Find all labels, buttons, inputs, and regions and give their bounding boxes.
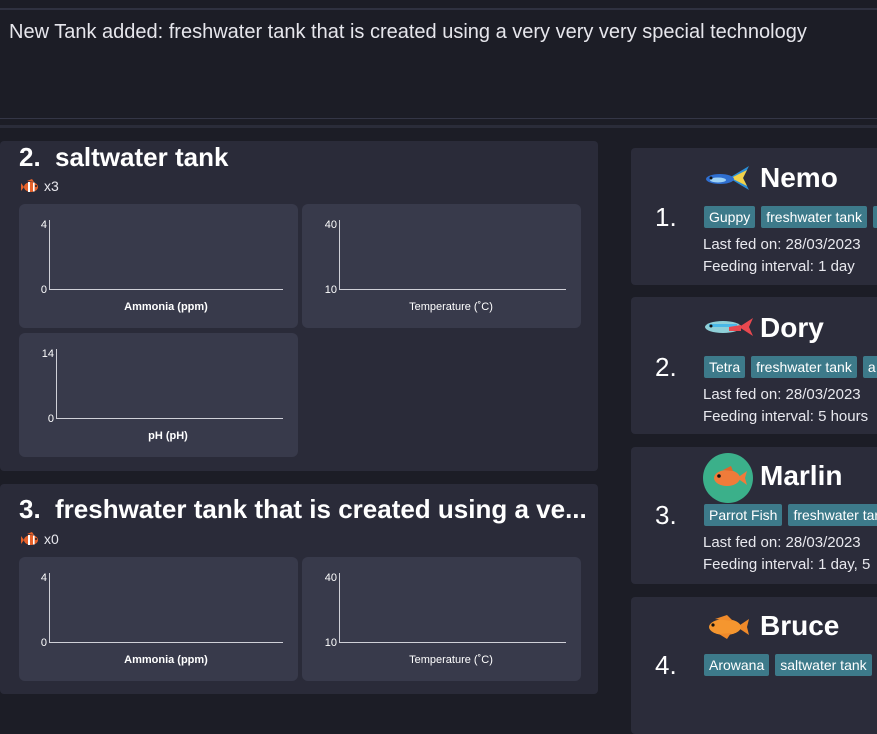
x-axis-label: Ammonia (ppm) bbox=[124, 654, 208, 666]
species-tag: Tetra bbox=[704, 356, 746, 378]
tag-list: Parrot Fish freshwater tar bbox=[704, 504, 877, 526]
tag bbox=[872, 206, 877, 228]
clownfish-icon bbox=[21, 179, 38, 192]
fish-index: 2. bbox=[655, 352, 677, 382]
temperature-graph[interactable]: 40 10 Temperature (˚C) bbox=[302, 204, 581, 328]
ph-graph[interactable]: 14 0 pH (pH) bbox=[19, 333, 298, 457]
fish-index: 4. bbox=[655, 650, 677, 680]
result-message: New Tank added: freshwater tank that is … bbox=[9, 21, 807, 43]
y-max-label: 40 bbox=[325, 219, 337, 231]
fish-count: x0 bbox=[21, 530, 59, 548]
fish-index: 3. bbox=[655, 500, 677, 530]
y-min-label: 10 bbox=[325, 637, 337, 649]
divider bbox=[0, 118, 877, 119]
feeding-interval: Feeding interval: 1 day bbox=[703, 258, 855, 275]
fish-card[interactable]: Bruce 4. Arowana saltwater tank bbox=[631, 597, 877, 734]
y-max-label: 4 bbox=[41, 219, 47, 231]
tank-name: freshwater tank that is created using a … bbox=[55, 494, 587, 524]
fish-count-value: x0 bbox=[44, 531, 59, 547]
y-max-label: 40 bbox=[325, 572, 337, 584]
species-tag: Guppy bbox=[704, 206, 756, 228]
feeding-interval: Feeding interval: 5 hours bbox=[703, 408, 869, 425]
fish-name: Marlin bbox=[760, 460, 843, 491]
fish-name: Nemo bbox=[760, 162, 838, 193]
tank-card[interactable]: 3. freshwater tank that is created using … bbox=[0, 484, 598, 694]
parrot-fish-icon bbox=[703, 453, 753, 503]
last-fed: Last fed on: 28/03/2023 bbox=[703, 386, 861, 403]
fish-name: Dory bbox=[760, 312, 824, 343]
fish-index: 1. bbox=[655, 202, 677, 232]
y-min-label: 0 bbox=[48, 413, 54, 425]
tank-index: 2. bbox=[19, 142, 41, 172]
divider bbox=[0, 125, 877, 128]
fish-card[interactable]: Dory 2. Tetra freshwater tank a Last fed… bbox=[631, 297, 877, 434]
last-fed: Last fed on: 28/03/2023 bbox=[703, 534, 861, 551]
tank-tag: saltwater tank bbox=[775, 654, 872, 676]
ammonia-graph[interactable]: 4 0 Ammonia (ppm) bbox=[19, 557, 298, 681]
tag-list: Guppy freshwater tank bbox=[704, 206, 877, 228]
arowana-icon bbox=[709, 615, 749, 639]
ammonia-graph[interactable]: 4 0 Ammonia (ppm) bbox=[19, 204, 298, 328]
tetra-icon bbox=[705, 318, 753, 336]
y-max-label: 14 bbox=[42, 348, 54, 360]
y-min-label: 0 bbox=[41, 637, 47, 649]
tag: a bbox=[862, 356, 877, 378]
clownfish-icon bbox=[21, 532, 38, 545]
y-min-label: 0 bbox=[41, 284, 47, 296]
fish-count-value: x3 bbox=[44, 178, 59, 194]
tank-title: 2. saltwater tank bbox=[19, 142, 228, 173]
x-axis-label: Temperature (˚C) bbox=[409, 301, 493, 313]
species-tag: Parrot Fish bbox=[704, 504, 783, 526]
y-min-label: 10 bbox=[325, 284, 337, 296]
tank-card[interactable]: 2. saltwater tank x3 4 0 Ammonia (ppm) 40… bbox=[0, 141, 598, 471]
tank-tag: freshwater tank bbox=[761, 206, 867, 228]
tank-tag: freshwater tank bbox=[751, 356, 857, 378]
y-max-label: 4 bbox=[41, 572, 47, 584]
result-display: New Tank added: freshwater tank that is … bbox=[0, 11, 877, 117]
tag-list: Arowana saltwater tank bbox=[704, 654, 872, 676]
tank-title: 3. freshwater tank that is created using … bbox=[19, 494, 587, 525]
fish-count: x3 bbox=[21, 177, 59, 195]
x-axis-label: Temperature (˚C) bbox=[409, 654, 493, 666]
tank-tag: freshwater tar bbox=[788, 504, 877, 526]
x-axis-label: pH (pH) bbox=[148, 430, 188, 442]
top-divider bbox=[0, 8, 877, 10]
tag-list: Tetra freshwater tank a bbox=[704, 356, 877, 378]
last-fed: Last fed on: 28/03/2023 bbox=[703, 236, 861, 253]
feeding-interval: Feeding interval: 1 day, 5 bbox=[703, 556, 871, 573]
temperature-graph[interactable]: 40 10 Temperature (˚C) bbox=[302, 557, 581, 681]
guppy-icon bbox=[706, 166, 749, 190]
x-axis-label: Ammonia (ppm) bbox=[124, 301, 208, 313]
species-tag: Arowana bbox=[704, 654, 770, 676]
tank-index: 3. bbox=[19, 494, 41, 524]
fish-card[interactable]: Marlin 3. Parrot Fish freshwater tar Las… bbox=[631, 447, 877, 584]
fish-name: Bruce bbox=[760, 610, 840, 641]
fish-card[interactable]: Nemo 1. Guppy freshwater tank Last fed o… bbox=[631, 148, 877, 285]
tank-name: saltwater tank bbox=[55, 142, 229, 172]
